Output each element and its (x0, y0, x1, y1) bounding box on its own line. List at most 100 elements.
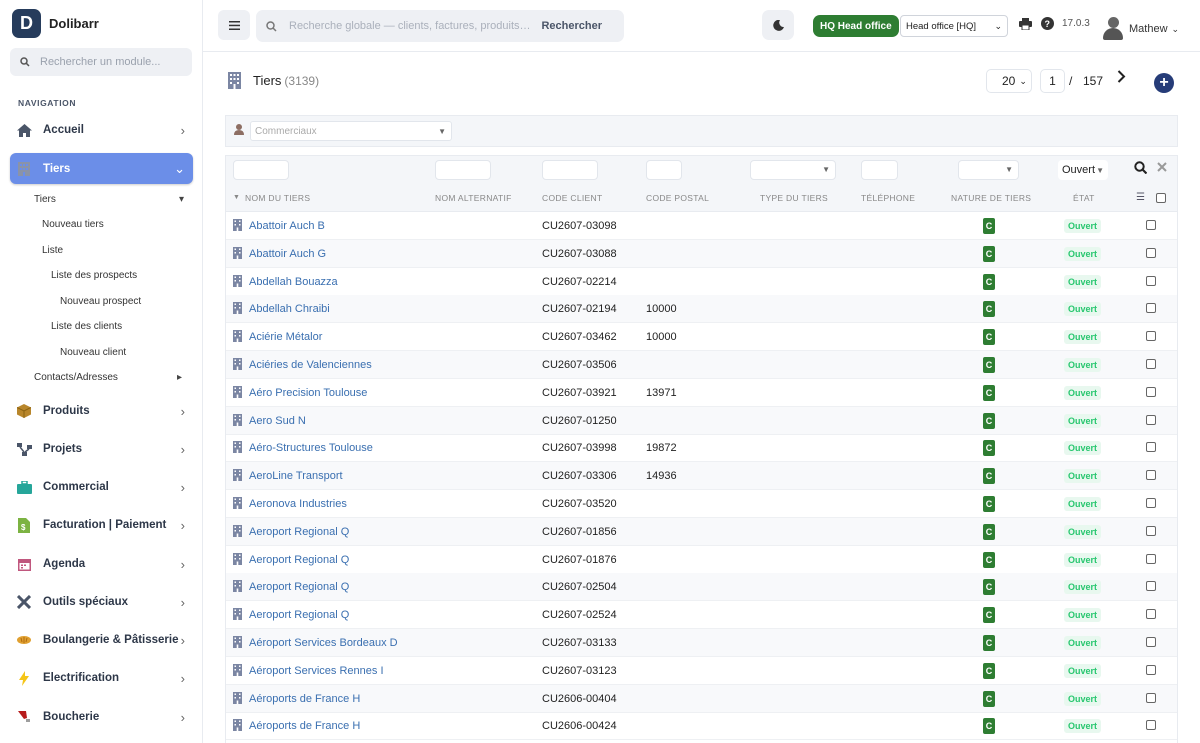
tiers-name-link[interactable]: Aéro-Structures Toulouse (249, 442, 373, 454)
col-phone-header[interactable]: TÉLÉPHONE (861, 193, 915, 203)
filter-alt-name-input[interactable] (435, 160, 491, 180)
sidebar-item-facturation[interactable]: $ Facturation | Paiement › (10, 510, 193, 540)
tiers-name-link[interactable]: Abattoir Auch B (249, 220, 325, 232)
tiers-name-link[interactable]: Aciérie Métalor (249, 331, 322, 343)
col-postal-header[interactable]: CODE POSTAL (646, 193, 709, 203)
sidebar-sub-nouveau-client[interactable]: Nouveau client (60, 347, 126, 358)
sidebar-sub-nouveau-tiers[interactable]: Nouveau tiers (42, 219, 104, 230)
user-menu[interactable]: Mathew ⌄ (1102, 17, 1179, 41)
status-badge: Ouvert (1064, 385, 1102, 400)
filter-nature-select[interactable]: ▼ (958, 160, 1019, 180)
tiers-name-link[interactable]: Aéroports de France H (249, 693, 360, 705)
row-checkbox[interactable] (1146, 442, 1156, 453)
page-input[interactable]: 1 (1040, 69, 1065, 93)
row-checkbox[interactable] (1146, 609, 1156, 620)
menu-toggle-button[interactable] (218, 10, 250, 40)
dark-mode-button[interactable] (762, 10, 794, 40)
tiers-name-link[interactable]: Aéroport Services Rennes I (249, 665, 384, 677)
tiers-name-link[interactable]: Aciéries de Valenciennes (249, 359, 372, 371)
tiers-name-link[interactable]: Abdellah Bouazza (249, 276, 338, 288)
row-checkbox[interactable] (1146, 414, 1156, 425)
sidebar-sub-liste-clients[interactable]: Liste des clients (51, 321, 122, 332)
row-checkbox[interactable] (1146, 498, 1156, 508)
tiers-name-link[interactable]: Abdellah Chraibi (249, 303, 330, 315)
sidebar-sub-tiers[interactable]: Tiers ▾ (34, 194, 184, 205)
tiers-name-link[interactable]: Abattoir Auch G (249, 248, 326, 260)
global-search-button[interactable]: Rechercher (541, 20, 602, 32)
filter-phone-input[interactable] (861, 160, 898, 180)
row-checkbox[interactable] (1146, 303, 1156, 314)
row-checkbox[interactable] (1146, 553, 1156, 564)
col-nature-header[interactable]: NATURE DE TIERS (951, 193, 1031, 203)
home-icon (16, 122, 32, 138)
col-client-code-header[interactable]: CODE CLIENT (542, 193, 602, 203)
module-search-input[interactable]: Rechercher un module... (10, 48, 192, 76)
sort-down-icon[interactable]: ▼ (233, 194, 240, 201)
table-row: Aeroport Regional Q CU2607-01876 C Ouvert (226, 546, 1177, 574)
tiers-name-link[interactable]: Aeroport Regional Q (249, 609, 349, 621)
entity-select[interactable]: Head office [HQ] ⌄ (900, 15, 1008, 37)
filter-postal-input[interactable] (646, 160, 682, 180)
next-page-button[interactable] (1117, 70, 1126, 88)
col-alt-header[interactable]: NOM ALTERNATIF (435, 193, 512, 203)
help-button[interactable]: ? 17.0.3 (1041, 17, 1090, 30)
tiers-name-link[interactable]: Aeroport Regional Q (249, 526, 349, 538)
tiers-name-link[interactable]: Aéroports de France H (249, 720, 360, 732)
sidebar-item-commercial[interactable]: Commercial › (10, 472, 193, 502)
sidebar-item-tiers[interactable]: Tiers ⌄ (10, 153, 193, 184)
sidebar-item-accueil[interactable]: Accueil › (10, 115, 193, 145)
search-filter-button[interactable] (1134, 161, 1148, 177)
client-code: CU2607-03462 (542, 331, 617, 344)
tiers-name-link[interactable]: Aero Sud N (249, 415, 306, 427)
tiers-name-link[interactable]: Aeronova Industries (249, 498, 347, 510)
sidebar-sub-liste[interactable]: Liste (42, 245, 63, 256)
row-checkbox[interactable] (1146, 581, 1156, 592)
filter-client-code-input[interactable] (542, 160, 598, 180)
per-page-select[interactable]: 20 ⌄ (986, 69, 1032, 93)
version-text: 17.0.3 (1062, 18, 1090, 29)
sidebar-item-electrification[interactable]: Electrification › (10, 663, 193, 693)
commerciaux-select[interactable]: Commerciaux ▼ (250, 121, 452, 141)
row-checkbox[interactable] (1146, 331, 1156, 342)
column-list-icon[interactable]: ☰ (1136, 192, 1145, 203)
row-checkbox[interactable] (1146, 664, 1156, 675)
tiers-name-link[interactable]: Aéroport Services Bordeaux D (249, 637, 398, 649)
sidebar-item-produits[interactable]: Produits › (10, 396, 193, 426)
tiers-name-link[interactable]: AeroLine Transport (249, 470, 343, 482)
sidebar-item-boucherie[interactable]: Boucherie › (10, 702, 193, 732)
row-checkbox[interactable] (1146, 247, 1156, 258)
select-all-checkbox[interactable] (1156, 193, 1166, 203)
col-type-header[interactable]: TYPE DU TIERS (760, 193, 828, 203)
row-checkbox[interactable] (1146, 525, 1156, 536)
sidebar-sub-contacts[interactable]: Contacts/Adresses ▸ (34, 372, 184, 383)
sidebar-item-projets[interactable]: Projets › (10, 434, 193, 464)
global-search-input[interactable]: Recherche globale — clients, factures, p… (256, 10, 624, 42)
sidebar-item-boulangerie[interactable]: Boulangerie & Pâtisserie › (10, 625, 193, 655)
sidebar-sub-nouveau-prospect[interactable]: Nouveau prospect (60, 296, 141, 307)
avatar (1102, 17, 1124, 41)
tiers-name-link[interactable]: Aeroport Regional Q (249, 581, 349, 593)
filter-name-input[interactable] (233, 160, 289, 180)
row-checkbox[interactable] (1146, 220, 1156, 230)
row-checkbox[interactable] (1146, 637, 1156, 647)
filter-state-select[interactable]: Ouvert ▼ (1058, 160, 1108, 180)
col-state-header[interactable]: ÉTAT (1073, 193, 1095, 203)
row-checkbox[interactable] (1146, 720, 1156, 731)
clear-filter-button[interactable] (1157, 160, 1167, 175)
row-checkbox[interactable] (1146, 275, 1156, 286)
row-checkbox[interactable] (1146, 386, 1156, 397)
col-name-header[interactable]: NOM DU TIERS (245, 193, 310, 203)
row-checkbox[interactable] (1146, 692, 1156, 703)
sidebar-item-agenda[interactable]: Agenda › (10, 549, 193, 579)
add-tiers-button[interactable]: + (1154, 73, 1174, 93)
sidebar-sub-liste-prospects[interactable]: Liste des prospects (51, 270, 137, 281)
row-checkbox[interactable] (1146, 470, 1156, 481)
tiers-name-link[interactable]: Aéro Precision Toulouse (249, 387, 367, 399)
printer-icon[interactable] (1019, 18, 1032, 33)
tiers-name-link[interactable]: Aeroport Regional Q (249, 554, 349, 566)
chevron-right-icon: › (180, 632, 185, 648)
row-checkbox[interactable] (1146, 359, 1156, 369)
filter-type-select[interactable]: ▼ (750, 160, 836, 180)
sidebar-item-outils[interactable]: Outils spéciaux › (10, 587, 193, 617)
logo[interactable]: D Dolibarr (12, 9, 99, 38)
